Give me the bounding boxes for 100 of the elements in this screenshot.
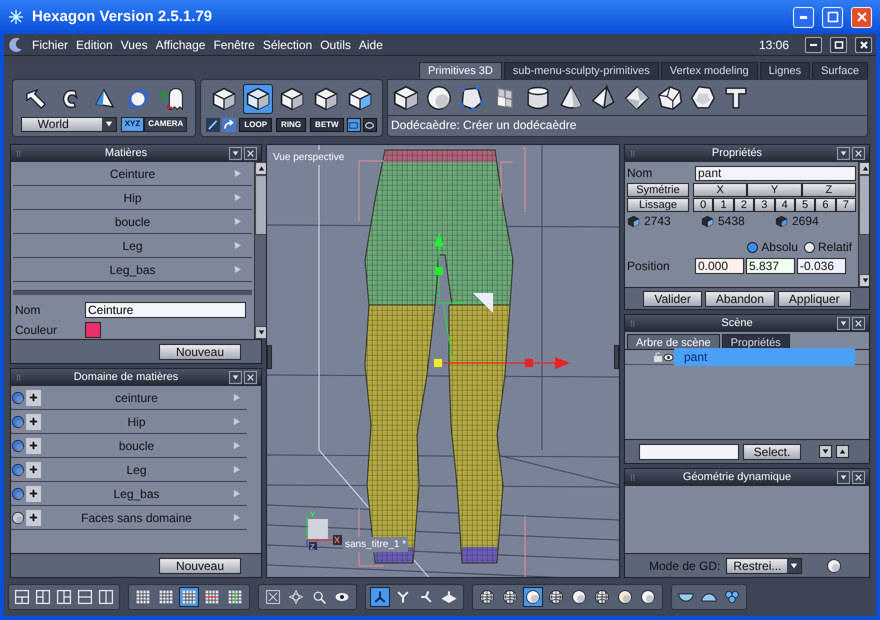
tool-button[interactable]	[523, 587, 543, 607]
tab[interactable]: Lignes	[760, 62, 810, 79]
material-item[interactable]: Hip	[13, 186, 252, 210]
maximize-button[interactable]	[822, 6, 843, 28]
tool-button[interactable]	[592, 587, 612, 607]
smoothing-level-button[interactable]: 6	[815, 198, 836, 212]
panel-menu-button[interactable]	[229, 371, 242, 384]
tool-button[interactable]	[346, 118, 361, 132]
mode-toggle[interactable]: CAMERA	[144, 116, 188, 132]
move-down-button[interactable]	[819, 445, 832, 458]
axis-button[interactable]: Z	[802, 183, 856, 197]
smoothing-level-button[interactable]: 5	[794, 198, 816, 212]
menu-item[interactable]: Sélection	[262, 36, 312, 54]
mode-button[interactable]: RING	[276, 118, 306, 132]
smoothing-level-button[interactable]: 2	[734, 198, 754, 212]
add-button[interactable]	[26, 462, 41, 478]
tab[interactable]: Vertex modeling	[660, 62, 758, 79]
add-button[interactable]	[26, 510, 41, 526]
scrollbar[interactable]	[254, 162, 267, 339]
material-item[interactable]: Ceinture	[13, 162, 252, 186]
domain-row[interactable]: boucle	[11, 434, 247, 458]
tab[interactable]: Surface	[812, 62, 868, 79]
panel-menu-button[interactable]	[837, 471, 850, 484]
panel-close-button[interactable]	[244, 147, 257, 160]
tool-button[interactable]	[615, 587, 635, 607]
tool-button[interactable]	[362, 118, 377, 132]
action-button[interactable]: Valider	[643, 290, 702, 306]
name-input[interactable]: pant	[695, 166, 856, 180]
tab[interactable]: Propriétés	[722, 334, 790, 349]
tool-button[interactable]	[242, 84, 272, 114]
tool-button[interactable]	[391, 83, 421, 113]
tool-button[interactable]	[477, 587, 497, 607]
layout-button[interactable]	[13, 588, 31, 606]
minimize-button[interactable]	[805, 36, 822, 52]
add-button[interactable]	[26, 414, 41, 430]
new-button[interactable]: Nouveau	[159, 344, 241, 360]
mode-button[interactable]: BETW	[310, 118, 344, 132]
mode-dropdown[interactable]: Restrei...	[726, 558, 802, 574]
menu-item[interactable]: Edition	[76, 36, 113, 54]
panel-menu-button[interactable]	[837, 317, 850, 330]
mode-toggle[interactable]: XYZ	[120, 116, 144, 132]
collapse-handle[interactable]	[267, 345, 272, 369]
select-button[interactable]: Select.	[743, 444, 801, 460]
layout-button[interactable]	[55, 588, 73, 606]
mode-button[interactable]: LOOP	[239, 118, 272, 132]
scrollbar[interactable]	[858, 162, 869, 287]
domain-row[interactable]: Hip	[11, 410, 247, 434]
domain-row[interactable]: ceinture	[11, 386, 247, 410]
layout-button[interactable]	[34, 588, 52, 606]
material-item[interactable]: Leg	[13, 234, 252, 258]
add-button[interactable]	[26, 390, 41, 406]
color-swatch[interactable]	[85, 322, 101, 338]
panel-close-button[interactable]	[244, 371, 257, 384]
domain-row[interactable]: Leg	[11, 458, 247, 482]
smoothing-level-button[interactable]: 3	[754, 198, 774, 212]
material-item[interactable]: boucle	[13, 210, 252, 234]
coordinate-dropdown[interactable]: World	[20, 116, 117, 132]
collapse-handle[interactable]	[614, 345, 619, 369]
position-input[interactable]: -0.036	[797, 258, 846, 274]
new-button[interactable]: Nouveau	[159, 558, 241, 574]
tab[interactable]: sub-menu-sculpty-primitives	[504, 62, 659, 79]
smoothing-level-button[interactable]: 0	[693, 198, 714, 212]
tool-button[interactable]	[179, 587, 199, 607]
search-input[interactable]	[639, 444, 739, 460]
smoothing-button[interactable]: Lissage	[627, 198, 689, 212]
smoothing-level-button[interactable]: 4	[774, 198, 795, 212]
smoothing-level-button[interactable]: 1	[713, 198, 734, 212]
symmetry-button[interactable]: Symétrie	[627, 183, 689, 197]
panel-close-button[interactable]	[852, 147, 865, 160]
scene-tree-item[interactable]: pant	[674, 348, 855, 366]
menu-item[interactable]: Fichier	[32, 36, 68, 54]
tool-button[interactable]	[638, 587, 658, 607]
radio-button[interactable]: Absolu	[747, 238, 798, 256]
action-button[interactable]: Abandon	[704, 290, 775, 306]
close-button[interactable]	[855, 36, 872, 52]
axis-button[interactable]: Y	[747, 183, 802, 197]
tool-button[interactable]	[546, 587, 566, 607]
tab[interactable]: Arbre de scène	[627, 334, 720, 349]
add-button[interactable]	[26, 438, 41, 454]
radio-button[interactable]: Relatif	[804, 238, 852, 256]
move-up-button[interactable]	[836, 445, 849, 458]
tool-button[interactable]	[655, 83, 685, 113]
tool-button[interactable]	[500, 587, 520, 607]
layout-button[interactable]	[76, 588, 94, 606]
menu-item[interactable]: Vues	[120, 36, 148, 54]
menu-item[interactable]: Outils	[320, 36, 351, 54]
position-input[interactable]: 0.000	[695, 258, 744, 274]
layout-button[interactable]	[97, 588, 115, 606]
panel-close-button[interactable]	[852, 317, 865, 330]
tab[interactable]: Primitives 3D	[419, 62, 502, 79]
material-item[interactable]: Leg_bas	[13, 258, 252, 282]
axis-button[interactable]: X	[693, 183, 748, 197]
tool-button[interactable]	[569, 587, 589, 607]
name-input[interactable]: Ceinture	[85, 302, 246, 318]
menu-item[interactable]: Fenêtre	[213, 36, 255, 54]
action-button[interactable]: Appliquer	[778, 290, 851, 306]
tool-button[interactable]	[622, 83, 652, 113]
menu-item[interactable]: Aide	[358, 36, 383, 54]
panel-close-button[interactable]	[852, 471, 865, 484]
viewport[interactable]: Vue perspective Y X Z sans_titre_1 *	[266, 144, 620, 578]
